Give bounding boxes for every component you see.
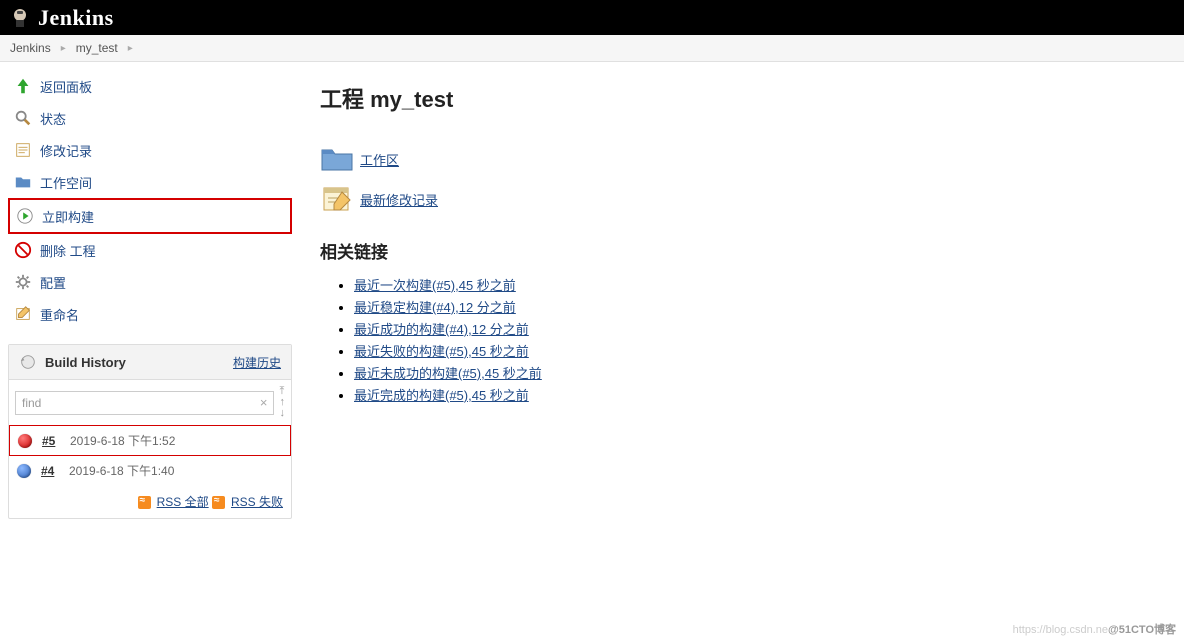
build-history-widget: Build History 构建历史 × ⤒ ↑ ↓ #5 bbox=[8, 344, 292, 519]
related-link[interactable]: 最近稳定构建(#4),12 分之前 bbox=[354, 300, 516, 315]
build-number[interactable]: #4 bbox=[41, 464, 69, 478]
notepad-large-icon bbox=[320, 184, 354, 214]
task-configure[interactable]: 配置 bbox=[8, 266, 292, 298]
changes-link-row: 最新修改记录 bbox=[320, 184, 1184, 214]
rss-icon bbox=[212, 496, 225, 509]
task-back-to-dashboard[interactable]: 返回面板 bbox=[8, 70, 292, 102]
main-links: 工作区 最新修改记录 bbox=[320, 144, 1184, 214]
page-title: 工程 my_test bbox=[320, 82, 1184, 114]
task-label[interactable]: 工作空间 bbox=[40, 173, 92, 192]
related-link[interactable]: 最近一次构建(#5),45 秒之前 bbox=[354, 278, 516, 293]
up-arrow-icon bbox=[12, 75, 34, 97]
task-workspace[interactable]: 工作空间 bbox=[8, 166, 292, 198]
list-item: 最近失败的构建(#5),45 秒之前 bbox=[354, 341, 1184, 360]
search-icon bbox=[12, 107, 34, 129]
main-content: 工程 my_test 工作区 最新修改记录 相关链接 最近一次构建(#5),45… bbox=[300, 62, 1184, 527]
related-link[interactable]: 最近未成功的构建(#5),45 秒之前 bbox=[354, 366, 542, 381]
list-item: 最近完成的构建(#5),45 秒之前 bbox=[354, 385, 1184, 404]
breadcrumb-root[interactable]: Jenkins bbox=[10, 41, 51, 55]
folder-icon bbox=[12, 171, 34, 193]
build-history-footer: RSS 全部 RSS 失败 bbox=[9, 485, 291, 518]
workspace-link[interactable]: 工作区 bbox=[360, 150, 399, 169]
task-label[interactable]: 返回面板 bbox=[40, 77, 92, 96]
gear-icon bbox=[12, 271, 34, 293]
folder-large-icon bbox=[320, 144, 354, 174]
list-item: 最近成功的构建(#4),12 分之前 bbox=[354, 319, 1184, 338]
task-label[interactable]: 重命名 bbox=[40, 305, 79, 324]
list-item: 最近稳定构建(#4),12 分之前 bbox=[354, 297, 1184, 316]
rss-fail-link[interactable]: RSS 失败 bbox=[231, 495, 283, 509]
rss-all-link[interactable]: RSS 全部 bbox=[157, 495, 209, 509]
build-item[interactable]: #4 2019-6-18 下午1:40 bbox=[9, 456, 291, 485]
history-icon bbox=[19, 353, 37, 371]
rss-icon bbox=[138, 496, 151, 509]
build-status-red-icon bbox=[18, 434, 32, 448]
build-list: #5 2019-6-18 下午1:52 #4 2019-6-18 下午1:40 bbox=[9, 425, 291, 485]
related-link[interactable]: 最近失败的构建(#5),45 秒之前 bbox=[354, 344, 529, 359]
task-status[interactable]: 状态 bbox=[8, 102, 292, 134]
related-link[interactable]: 最近完成的构建(#5),45 秒之前 bbox=[354, 388, 529, 403]
task-rename[interactable]: 重命名 bbox=[8, 298, 292, 330]
sidebar: 返回面板 状态 修改记录 工作空间 立即构建 删除 工程 bbox=[0, 62, 300, 527]
breadcrumb-project[interactable]: my_test bbox=[76, 41, 118, 55]
chevron-right-icon: ▸ bbox=[61, 43, 66, 54]
task-label[interactable]: 状态 bbox=[40, 109, 66, 128]
task-label[interactable]: 配置 bbox=[40, 273, 66, 292]
jenkins-logo-icon bbox=[8, 6, 32, 30]
nav-down-icon[interactable]: ↓ bbox=[280, 408, 286, 419]
build-history-trend-link[interactable]: 构建历史 bbox=[233, 354, 281, 371]
brand-name: Jenkins bbox=[38, 5, 114, 31]
build-date: 2019-6-18 下午1:52 bbox=[70, 432, 175, 449]
task-changes[interactable]: 修改记录 bbox=[8, 134, 292, 166]
related-links-title: 相关链接 bbox=[320, 238, 1184, 263]
build-number[interactable]: #5 bbox=[42, 434, 70, 448]
task-label[interactable]: 修改记录 bbox=[40, 141, 92, 160]
top-header: Jenkins bbox=[0, 0, 1184, 35]
clear-search-icon[interactable]: × bbox=[260, 395, 268, 410]
task-build-now[interactable]: 立即构建 bbox=[8, 198, 292, 234]
task-list: 返回面板 状态 修改记录 工作空间 立即构建 删除 工程 bbox=[8, 70, 292, 330]
build-search-input[interactable] bbox=[15, 391, 274, 415]
notepad-icon bbox=[12, 139, 34, 161]
task-label[interactable]: 删除 工程 bbox=[40, 241, 96, 260]
build-history-nav: ⤒ ↑ ↓ bbox=[280, 386, 286, 419]
breadcrumb: Jenkins ▸ my_test ▸ bbox=[0, 35, 1184, 62]
related-link[interactable]: 最近成功的构建(#4),12 分之前 bbox=[354, 322, 529, 337]
build-status-blue-icon bbox=[17, 464, 31, 478]
edit-icon bbox=[12, 303, 34, 325]
watermark: https://blog.csdn.ne@51CTO博客 bbox=[1013, 621, 1176, 637]
build-date: 2019-6-18 下午1:40 bbox=[69, 462, 174, 479]
delete-icon bbox=[12, 239, 34, 261]
recent-changes-link[interactable]: 最新修改记录 bbox=[360, 190, 438, 209]
build-history-title: Build History bbox=[45, 355, 126, 370]
build-item[interactable]: #5 2019-6-18 下午1:52 bbox=[9, 425, 291, 456]
task-delete-project[interactable]: 删除 工程 bbox=[8, 234, 292, 266]
workspace-link-row: 工作区 bbox=[320, 144, 1184, 174]
related-links-list: 最近一次构建(#5),45 秒之前 最近稳定构建(#4),12 分之前 最近成功… bbox=[320, 275, 1184, 404]
list-item: 最近未成功的构建(#5),45 秒之前 bbox=[354, 363, 1184, 382]
clock-play-icon bbox=[14, 205, 36, 227]
build-history-header: Build History 构建历史 bbox=[9, 345, 291, 380]
task-label[interactable]: 立即构建 bbox=[42, 207, 94, 226]
chevron-right-icon: ▸ bbox=[128, 43, 133, 54]
list-item: 最近一次构建(#5),45 秒之前 bbox=[354, 275, 1184, 294]
build-history-search: × bbox=[15, 391, 274, 415]
